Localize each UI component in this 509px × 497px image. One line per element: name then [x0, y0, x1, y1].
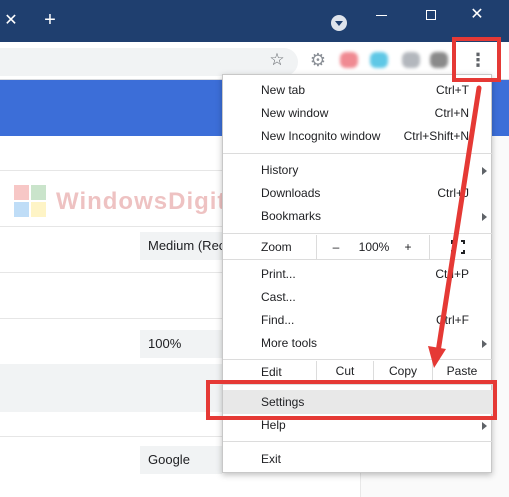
arrow-shaft [435, 85, 482, 355]
arrow-head [428, 346, 446, 368]
annotation-arrow [428, 85, 482, 368]
